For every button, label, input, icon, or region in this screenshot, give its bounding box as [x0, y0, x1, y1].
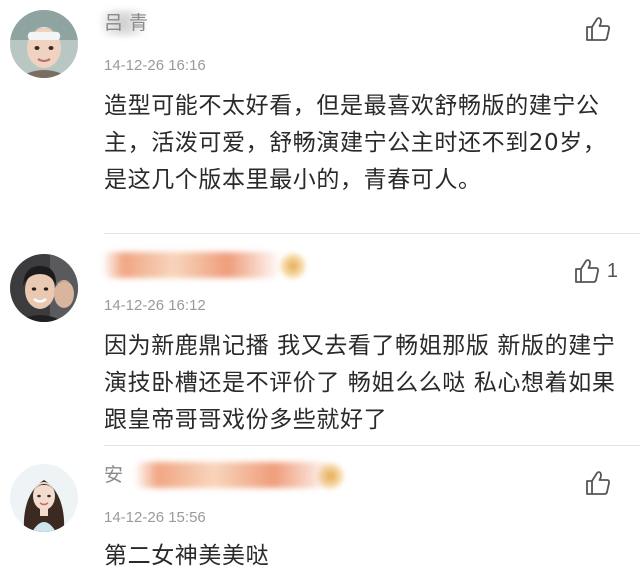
like-button[interactable] — [584, 14, 618, 44]
comment-time: 14-12-26 16:16 — [104, 57, 206, 74]
thumbs-up-icon — [574, 259, 599, 283]
comment-item: 14-12-26 16:12 因为新鹿鼎记播 我又去看了畅姐那版 新版的建宁演技… — [0, 234, 640, 446]
avatar[interactable] — [10, 10, 78, 78]
comment-item: 吕 青 14-12-26 16:16 造型可能不太好看，但是最喜欢舒畅版的建宁公… — [0, 0, 640, 234]
like-count: 1 — [606, 259, 618, 282]
comment-item: 安 14-12-26 15:56 第二女神美美哒 — [0, 446, 640, 586]
comment-text: 因为新鹿鼎记播 我又去看了畅姐那版 新版的建宁演技卧槽还是不评价了 畅姐么么哒 … — [104, 333, 616, 433]
like-button[interactable]: 1 — [573, 256, 618, 286]
comment-text: 第二女神美美哒 — [104, 543, 270, 569]
comment-text: 造型可能不太好看，但是最喜欢舒畅版的建宁公主，活泼可爱，舒畅演建宁公主时还不到2… — [104, 93, 607, 193]
like-button[interactable] — [584, 468, 618, 498]
avatar[interactable] — [10, 254, 78, 322]
username[interactable]: 安 — [104, 460, 344, 490]
comment-time: 14-12-26 15:56 — [104, 509, 206, 526]
comment-time: 14-12-26 16:12 — [104, 297, 206, 314]
thumbs-up-icon — [586, 17, 610, 41]
avatar[interactable] — [10, 464, 78, 532]
username[interactable]: 吕 青 — [100, 8, 148, 38]
thumbs-up-icon — [586, 471, 610, 495]
